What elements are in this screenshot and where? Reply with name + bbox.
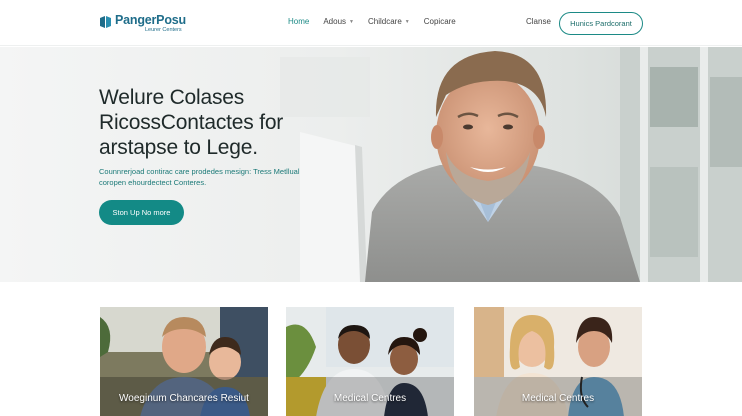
card-title: Woeginum Chancares Resiut <box>119 393 249 404</box>
main-nav: Home Adous ▼ Childcare ▼ Copicare <box>288 17 470 26</box>
chevron-down-icon: ▼ <box>349 18 354 25</box>
card-title: Medical Centres <box>333 393 407 404</box>
hero-title-line: RicossContactes for <box>99 111 284 134</box>
brand-tagline: Leurer Centers <box>145 27 182 33</box>
logo-icon <box>100 16 111 28</box>
brand-name: PangerPosu <box>115 13 186 27</box>
hero-photo <box>0 47 742 282</box>
nav-item-label: Copicare <box>423 17 456 26</box>
service-card[interactable]: Medical Centres <box>286 307 454 416</box>
hero-title-line: arstapse to Lege. <box>99 136 258 159</box>
nav-item-label: Home <box>288 17 310 26</box>
signup-button[interactable]: Ston Up No more <box>99 200 184 225</box>
login-link[interactable]: Clanse <box>526 17 551 26</box>
brand-logo[interactable]: PangerPosu Leurer Centers <box>100 14 186 34</box>
header-cta-button[interactable]: Hunics Pardcorant <box>559 12 643 35</box>
card-title: Medical Centres <box>521 393 595 404</box>
hero-subtitle: Counnrerjoad contirac care prodedes mesi… <box>99 167 300 187</box>
hero-title-line: Welure Colases <box>99 86 245 109</box>
hero-section: Welure Colases RicossContactes for arsta… <box>0 47 742 282</box>
service-card[interactable]: Medical Centres <box>474 307 642 416</box>
nav-item-copicare[interactable]: Copicare <box>424 17 456 26</box>
nav-item-label: Adous <box>323 17 347 26</box>
service-card[interactable]: Woeginum Chancares Resiut <box>100 307 268 416</box>
nav-item-home[interactable]: Home <box>288 17 309 26</box>
services-cards: Woeginum Chancares Resiut Medical Centre… <box>0 282 742 416</box>
nav-item-label: Childcare <box>367 17 402 26</box>
site-header: PangerPosu Leurer Centers Home Adous ▼ C… <box>0 0 742 46</box>
nav-item-childcare[interactable]: Childcare ▼ <box>368 17 410 26</box>
chevron-down-icon: ▼ <box>404 18 410 25</box>
nav-item-adous[interactable]: Adous ▼ <box>323 17 354 26</box>
hero-title: Welure Colases RicossContactes for arsta… <box>99 85 339 160</box>
